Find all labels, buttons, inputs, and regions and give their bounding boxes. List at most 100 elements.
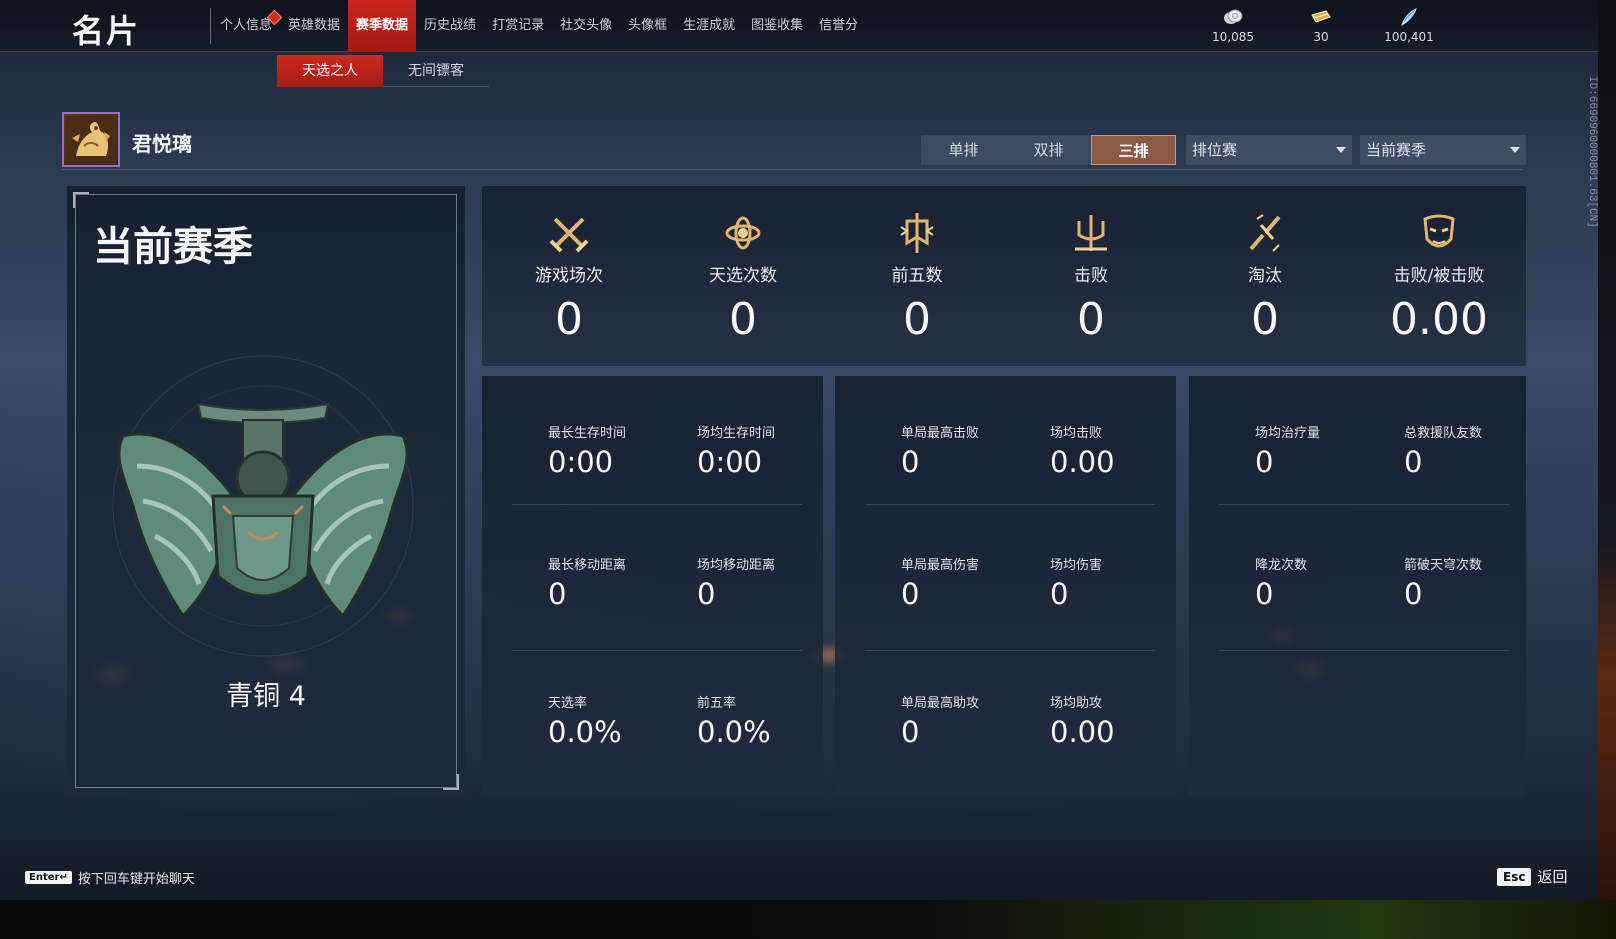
stat-cell: 场均治疗量 0 (1255, 422, 1395, 479)
stat-label: 场均助攻 (1050, 696, 1103, 711)
lotus-icon (656, 208, 830, 258)
tab-label: 生涯成就 (683, 18, 736, 33)
subtab-bounty-hunter[interactable]: 无间镖客 (383, 55, 489, 87)
subtab-chosen-one[interactable]: 天选之人 (277, 55, 383, 87)
right-edge (1598, 0, 1616, 900)
currency-value: 100,401 (1384, 30, 1434, 44)
stat-cell: 总救援队友数 0 (1404, 422, 1544, 479)
stat-cell: 单局最高伤害 0 (901, 554, 1041, 611)
tab-collection[interactable]: 图鉴收集 (743, 0, 811, 52)
tab-social-avatar[interactable]: 社交头像 (552, 0, 620, 52)
stat-value: 0.0% (697, 715, 771, 749)
currency-feather[interactable]: 100,401 (1356, 6, 1462, 44)
row-divider (512, 650, 802, 651)
tab-career-achievements[interactable]: 生涯成就 (675, 0, 743, 52)
row-divider (865, 504, 1155, 505)
bronze-rank-emblem-icon (112, 355, 414, 657)
stat-row: 最长移动距离 0 场均移动距离 0 (482, 554, 823, 674)
esc-key-icon: Esc (1497, 867, 1532, 886)
tab-label: 个人信息 (220, 18, 273, 33)
stat-value: 0 (901, 577, 920, 611)
stat-label: 单局最高击败 (901, 426, 980, 441)
stat-row: 降龙次数 0 箭破天穹次数 0 (1189, 554, 1530, 674)
crossed-swords-icon (482, 208, 656, 258)
stat-cell: 单局最高助攻 0 (901, 692, 1041, 749)
stat-label: 场均伤害 (1050, 558, 1103, 573)
sub-tabs: 天选之人 无间镖客 (277, 55, 489, 87)
tab-match-history[interactable]: 历史战绩 (416, 0, 484, 52)
stat-label: 场均击败 (1050, 426, 1103, 441)
stat-row: 单局最高助攻 0 场均助攻 0.00 (835, 692, 1176, 812)
row-divider (1219, 650, 1509, 651)
stat-row: 单局最高伤害 0 场均伤害 0 (835, 554, 1176, 674)
tab-credit-score[interactable]: 信誉分 (811, 0, 866, 52)
stat-label: 最长生存时间 (548, 426, 627, 441)
stat-label: 击败/被击败 (1393, 266, 1485, 286)
stat-label: 场均治疗量 (1255, 426, 1321, 441)
stat-value: 0:00 (548, 445, 614, 479)
stat-cell: 降龙次数 0 (1255, 554, 1395, 611)
match-type-dropdown[interactable]: 排位赛 (1186, 135, 1352, 165)
season-rank-panel: 当前赛季 青铜 4 (67, 186, 465, 796)
season-dropdown[interactable]: 当前赛季 (1360, 135, 1526, 165)
player-id: ID:6690960000801.63[CN] (1586, 76, 1598, 228)
tab-label: 头像框 (628, 18, 668, 33)
summary-stats-panel: 游戏场次 0 天选次数 0 前五数 0 击败 0 淘汰 0 击败/被击败 0.0… (482, 186, 1526, 366)
stat-cell: 箭破天穹次数 0 (1404, 554, 1544, 611)
tab-label: 英雄数据 (288, 18, 341, 33)
stat-eliminations: 淘汰 0 (1178, 186, 1352, 366)
avatar[interactable] (62, 112, 120, 167)
currency-ticket[interactable]: 30 (1286, 6, 1356, 44)
top-navigation-bar: 名片 个人信息 英雄数据 赛季数据 历史战绩 打赏记录 社交头像 头像框 生涯成… (0, 0, 1598, 52)
bottom-strip (0, 900, 1616, 939)
stat-value: 0 (548, 577, 567, 611)
title-divider (210, 8, 211, 44)
stat-row: 单局最高击败 0 场均击败 0.00 (835, 422, 1176, 542)
row-divider (512, 504, 802, 505)
tab-season-data[interactable]: 赛季数据 (348, 0, 417, 52)
currency-silver[interactable]: 10,085 (1180, 6, 1286, 44)
stat-label: 降龙次数 (1255, 558, 1308, 573)
main-tabs: 个人信息 英雄数据 赛季数据 历史战绩 打赏记录 社交头像 头像框 生涯成就 图… (212, 0, 866, 52)
row-divider (1219, 504, 1509, 505)
rank-name: 青铜 4 (226, 681, 306, 712)
app-title: 名片 (72, 12, 141, 50)
tab-personal-info[interactable]: 个人信息 (212, 0, 283, 52)
stat-row: 最长生存时间 0:00 场均生存时间 0:00 (482, 422, 823, 542)
mode-solo-button[interactable]: 单排 (921, 135, 1006, 165)
stat-label: 击败 (1074, 266, 1108, 286)
stat-value: 0.00 (1390, 294, 1488, 345)
mode-trio-button[interactable]: 三排 (1091, 135, 1176, 165)
chat-hint-text: 按下回车键开始聊天 (77, 872, 195, 887)
stat-value: 0 (1255, 577, 1274, 611)
currency-value: 10,085 (1212, 30, 1254, 44)
back-button[interactable]: Esc 返回 (1497, 866, 1567, 887)
tab-label: 历史战绩 (424, 18, 477, 33)
tab-tip-records[interactable]: 打赏记录 (484, 0, 552, 52)
tab-hero-data[interactable]: 英雄数据 (280, 0, 348, 52)
stat-label: 场均生存时间 (697, 426, 776, 441)
season-title: 当前赛季 (93, 224, 253, 270)
feather-icon (1356, 6, 1462, 28)
stat-label: 最长移动距离 (548, 558, 627, 573)
mode-duo-button[interactable]: 双排 (1006, 135, 1091, 165)
stat-cell: 前五率 0.0% (697, 692, 837, 749)
stat-label: 天选次数 (709, 266, 777, 286)
stat-top-five: 前五数 0 (830, 186, 1004, 366)
stat-label: 天选率 (548, 696, 588, 711)
chevron-down-icon (1336, 147, 1346, 153)
stat-cell: 天选率 0.0% (548, 692, 688, 749)
stat-label: 单局最高伤害 (901, 558, 980, 573)
stat-cell: 最长生存时间 0:00 (548, 422, 688, 479)
stat-value: 0 (697, 577, 716, 611)
stat-games-played: 游戏场次 0 (482, 186, 656, 366)
stat-label: 总救援队友数 (1404, 426, 1483, 441)
tab-label: 打赏记录 (492, 18, 545, 33)
player-name: 君悦璃 (132, 132, 192, 156)
stat-value: 0 (1077, 294, 1105, 345)
stat-value: 0 (1251, 294, 1279, 345)
tab-label: 图鉴收集 (751, 18, 804, 33)
tab-avatar-frame[interactable]: 头像框 (620, 0, 675, 52)
stat-value: 0.00 (1050, 715, 1115, 749)
combat-stats-panel: 单局最高击败 0 场均击败 0.00 单局最高伤害 0 场均伤害 0 单局最高助… (835, 376, 1176, 796)
